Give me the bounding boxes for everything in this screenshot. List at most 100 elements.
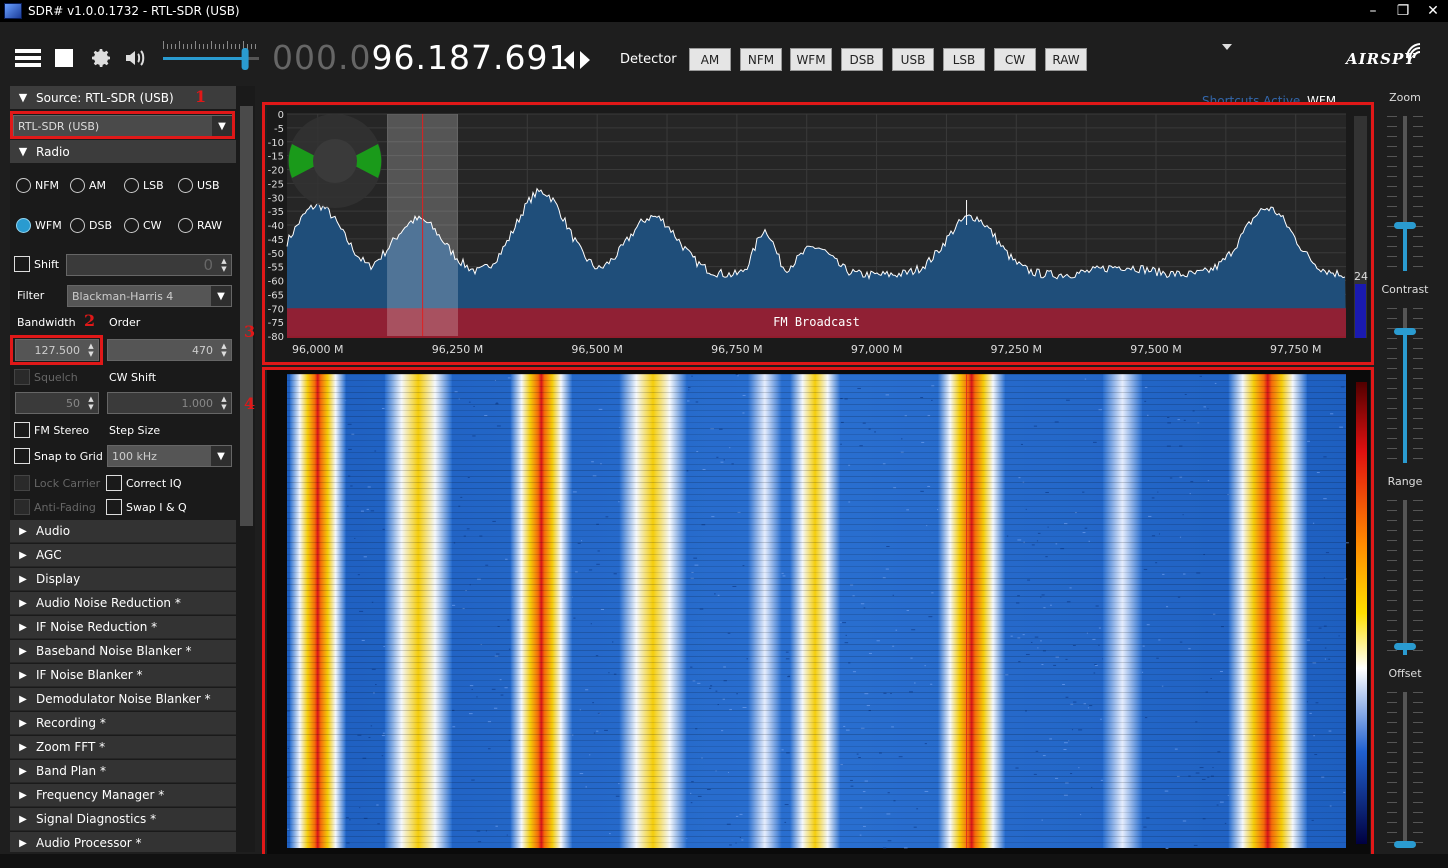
detector-dsb-button[interactable]: DSB [841,48,883,71]
section-audio-processor[interactable]: ▶ Audio Processor * [10,832,236,852]
mode-raw-radio[interactable]: RAW [178,218,222,233]
volume-tick [179,41,180,49]
section-if-noise-blanker[interactable]: ▶ IF Noise Blanker * [10,664,236,687]
section-audio[interactable]: ▶ Audio [10,520,236,543]
slider-tick [1413,762,1423,763]
annotation-box-3 [262,102,1374,365]
detector-raw-button[interactable]: RAW [1045,48,1087,71]
mode-wfm-radio[interactable]: WFM [16,218,62,233]
close-button[interactable]: ✕ [1418,0,1448,22]
panel-scrollbar[interactable] [238,86,255,852]
detector-cw-button[interactable]: CW [994,48,1036,71]
expand-icon: ▶ [19,669,27,681]
mode-cw-radio[interactable]: CW [124,218,162,233]
detector-usb-button[interactable]: USB [892,48,934,71]
detector-wfm-button[interactable]: WFM [790,48,832,71]
snap-checkbox-box[interactable] [14,448,30,464]
radio-circle[interactable] [124,218,139,233]
spinner-icon[interactable]: ▲ ▼ [84,393,98,413]
lockcarrier-checkbox[interactable]: Lock Carrier [14,475,100,491]
shift-checkbox[interactable]: Shift [14,256,59,272]
chevron-down-icon[interactable] [1222,44,1232,52]
radio-circle[interactable] [70,178,85,193]
slider-tick [1387,216,1397,217]
frequency-display[interactable]: 000.096.187.691 [272,38,570,77]
squelch-checkbox-box[interactable] [14,369,30,385]
detector-nfm-button[interactable]: NFM [740,48,782,71]
mode-dsb-radio[interactable]: DSB [70,218,112,233]
spinner-icon[interactable]: ▲ ▼ [217,340,231,360]
minimize-button[interactable]: – [1358,0,1388,22]
squelch-input[interactable]: 50 ▲ ▼ [15,392,99,414]
filter-label: Filter [17,289,45,302]
stepsize-select[interactable]: 100 kHz ▼ [107,445,232,467]
swapiq-checkbox[interactable]: Swap I & Q [106,499,187,515]
slider-thumb[interactable] [1394,221,1416,229]
slider-track[interactable] [1403,692,1407,847]
mode-nfm-radio[interactable]: NFM [16,178,59,193]
spinner-icon[interactable]: ▲ ▼ [217,393,231,413]
lockcarrier-checkbox-box[interactable] [14,475,30,491]
squelch-checkbox[interactable]: Squelch [14,369,78,385]
mode-am-radio[interactable]: AM [70,178,106,193]
shift-input[interactable]: 0 ▲ ▼ [66,254,232,276]
radio-circle[interactable] [178,178,193,193]
squelch-label: Squelch [34,370,78,384]
section-audio-noise-reduction[interactable]: ▶ Audio Noise Reduction * [10,592,236,615]
order-input[interactable]: 470 ▲ ▼ [107,339,232,361]
scrollbar-thumb[interactable] [240,106,253,526]
section-if-noise-reduction[interactable]: ▶ IF Noise Reduction * [10,616,236,639]
radio-header[interactable]: ▼ Radio [10,140,236,163]
menu-icon[interactable] [15,47,41,71]
radio-circle[interactable] [178,218,193,233]
section-display[interactable]: ▶ Display [10,568,236,591]
volume-thumb[interactable] [241,48,249,70]
section-frequency-manager[interactable]: ▶ Frequency Manager * [10,784,236,807]
maximize-button[interactable]: ❐ [1388,0,1418,22]
speaker-icon[interactable] [122,46,148,70]
section-band-plan[interactable]: ▶ Band Plan * [10,760,236,783]
slider-tick [1413,266,1423,267]
volume-tick [199,44,200,49]
swapiq-checkbox-box[interactable] [106,499,122,515]
radio-circle[interactable] [16,218,31,233]
section-signal-diagnostics[interactable]: ▶ Signal Diagnostics * [10,808,236,831]
cwshift-input[interactable]: 1.000 ▲ ▼ [107,392,232,414]
section-demodulator-noise-blanker[interactable]: ▶ Demodulator Noise Blanker * [10,688,236,711]
slider-thumb[interactable] [1394,840,1416,848]
radio-circle[interactable] [124,178,139,193]
detector-am-button[interactable]: AM [689,48,731,71]
antifading-checkbox-box[interactable] [14,499,30,515]
tune-arrows-icon[interactable] [562,49,592,71]
fmstereo-checkbox[interactable]: FM Stereo [14,422,89,438]
slider-tick [1387,126,1397,127]
order-value: 470 [192,343,213,357]
detector-lsb-button[interactable]: LSB [943,48,985,71]
snap-checkbox[interactable]: Snap to Grid [14,448,103,464]
stop-icon[interactable] [55,49,73,67]
fmstereo-checkbox-box[interactable] [14,422,30,438]
section-baseband-noise-blanker[interactable]: ▶ Baseband Noise Blanker * [10,640,236,663]
gear-icon[interactable] [88,46,114,70]
slider-thumb[interactable] [1394,642,1416,650]
radio-circle[interactable] [70,218,85,233]
correctiq-checkbox[interactable]: Correct IQ [106,475,182,491]
shift-checkbox-box[interactable] [14,256,30,272]
slider-tick [1413,428,1423,429]
mode-lsb-radio[interactable]: LSB [124,178,164,193]
slider-thumb[interactable] [1394,328,1416,336]
antifading-checkbox[interactable]: Anti-Fading [14,499,96,515]
section-recording[interactable]: ▶ Recording * [10,712,236,735]
annotation-box-4 [262,367,1374,859]
slider-tick [1387,368,1397,369]
radio-circle[interactable] [16,178,31,193]
correctiq-checkbox-box[interactable] [106,475,122,491]
spinner-icon[interactable]: ▲ ▼ [217,255,231,275]
filter-select[interactable]: Blackman-Harris 4 ▼ [67,285,232,307]
section-label: Band Plan * [36,764,106,778]
section-agc[interactable]: ▶ AGC [10,544,236,567]
volume-slider[interactable] [160,40,265,78]
mode-usb-radio[interactable]: USB [178,178,220,193]
slider-track[interactable] [1403,500,1407,655]
section-zoom-fft[interactable]: ▶ Zoom FFT * [10,736,236,759]
